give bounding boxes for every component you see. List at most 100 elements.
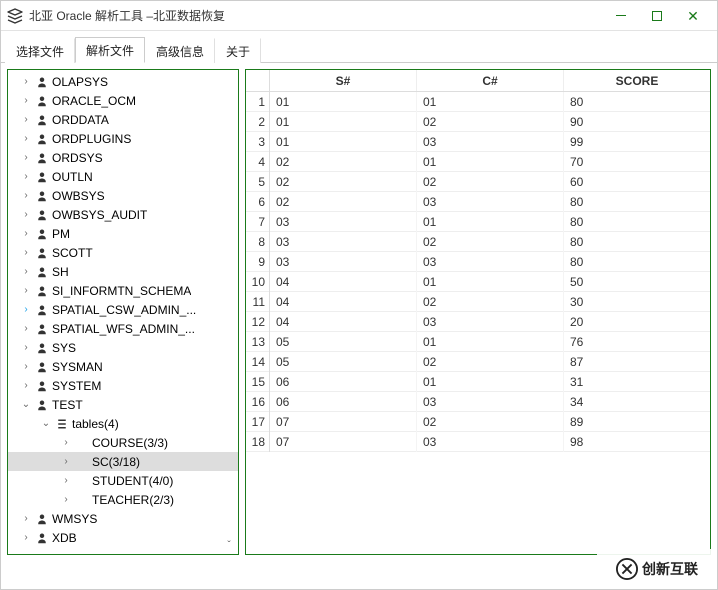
expand-toggle-icon[interactable]: ›	[18, 114, 34, 125]
expand-toggle-icon[interactable]: ›	[58, 437, 74, 448]
expand-toggle-icon[interactable]: ›	[18, 247, 34, 258]
tree-item[interactable]: ⌄tables(4)	[8, 414, 238, 433]
tree-item[interactable]: ›OWBSYS	[8, 186, 238, 205]
table-row[interactable]: 10040150	[246, 272, 710, 292]
tree-item[interactable]: ›SCOTT	[8, 243, 238, 262]
tree-item[interactable]: ›OWBSYS_AUDIT	[8, 205, 238, 224]
table-row[interactable]: 7030180	[246, 212, 710, 232]
tree-item-label: SC(3/18)	[92, 455, 140, 469]
expand-toggle-icon[interactable]: ›	[18, 513, 34, 524]
column-header[interactable]: SCORE	[564, 70, 710, 91]
expand-toggle-icon[interactable]: ›	[18, 285, 34, 296]
tab-1[interactable]: 解析文件	[75, 37, 145, 63]
expand-toggle-icon[interactable]: ›	[58, 494, 74, 505]
tab-3[interactable]: 关于	[215, 38, 261, 63]
tree-item[interactable]: › ORDSYS	[8, 148, 238, 167]
expand-toggle-icon[interactable]: ›	[18, 209, 34, 220]
tree-item[interactable]: ›SH	[8, 262, 238, 281]
tree-item[interactable]: ›COURSE(3/3)	[8, 433, 238, 452]
tree-item[interactable]: ›PM	[8, 224, 238, 243]
user-icon	[34, 245, 50, 261]
row-number: 5	[246, 172, 270, 192]
cell: 01	[270, 132, 417, 152]
minimize-button[interactable]	[603, 2, 639, 30]
expand-toggle-icon[interactable]: ›	[18, 228, 34, 239]
tree-item[interactable]: ›ORDPLUGINS	[8, 129, 238, 148]
content-area: ›OLAPSYS›ORACLE_OCM›ORDDATA›ORDPLUGINS›O…	[1, 63, 717, 561]
table-row[interactable]: 1010180	[246, 92, 710, 112]
expand-toggle-icon[interactable]: ›	[18, 266, 34, 277]
tree-item[interactable]: ›ORACLE_OCM	[8, 91, 238, 110]
row-number: 18	[246, 432, 270, 452]
cell: 30	[564, 292, 710, 312]
table-row[interactable]: 9030380	[246, 252, 710, 272]
tree-item[interactable]: ›STUDENT(4/0)	[8, 471, 238, 490]
tab-0[interactable]: 选择文件	[5, 38, 75, 63]
expand-toggle-icon[interactable]: ›	[18, 190, 34, 201]
cell: 02	[270, 192, 417, 212]
tree-scroll-down-button[interactable]: ˇ	[222, 538, 236, 552]
table-row[interactable]: 13050176	[246, 332, 710, 352]
table-row[interactable]: 15060131	[246, 372, 710, 392]
tree-item[interactable]: › XDB	[8, 528, 238, 547]
maximize-button[interactable]	[639, 2, 675, 30]
expand-toggle-icon[interactable]: ›	[18, 76, 34, 87]
table-row[interactable]: 12040320	[246, 312, 710, 332]
tree-item[interactable]: ›TEACHER(2/3)	[8, 490, 238, 509]
expand-toggle-icon[interactable]: ⌄	[38, 418, 54, 429]
tree-item-label: ORDSYS	[52, 151, 103, 165]
table-row[interactable]: 8030280	[246, 232, 710, 252]
column-header[interactable]: C#	[417, 70, 564, 91]
expand-toggle-icon[interactable]: ›	[18, 95, 34, 106]
tree-item-label: XDB	[52, 531, 77, 545]
expand-toggle-icon[interactable]: ›	[18, 342, 34, 353]
tree-item[interactable]: ›OUTLN	[8, 167, 238, 186]
expand-toggle-icon[interactable]: ›	[18, 532, 34, 543]
expand-toggle-icon[interactable]: ›	[18, 361, 34, 372]
table-row[interactable]: 18070398	[246, 432, 710, 452]
column-header[interactable]: S#	[270, 70, 417, 91]
tree-item[interactable]: ›SPATIAL_WFS_ADMIN_...	[8, 319, 238, 338]
cell: 03	[270, 252, 417, 272]
expand-toggle-icon[interactable]: ›	[18, 323, 34, 334]
expand-toggle-icon[interactable]: ›	[18, 304, 34, 315]
table-row[interactable]: 17070289	[246, 412, 710, 432]
table-body[interactable]: 1010180201029030103994020170502026060203…	[246, 92, 710, 452]
tree-item[interactable]: › SPATIAL_CSW_ADMIN_...	[8, 300, 238, 319]
tree-item[interactable]: › SC(3/18)	[8, 452, 238, 471]
user-icon	[34, 530, 50, 546]
tree-item[interactable]: ›SYSTEM	[8, 376, 238, 395]
schema-tree[interactable]: ›OLAPSYS›ORACLE_OCM›ORDDATA›ORDPLUGINS›O…	[8, 70, 238, 554]
tab-2[interactable]: 高级信息	[145, 38, 215, 63]
expand-toggle-icon[interactable]: ›	[58, 456, 74, 467]
tree-item[interactable]: ›WMSYS	[8, 509, 238, 528]
cell: 04	[270, 292, 417, 312]
tree-item[interactable]: ›SI_INFORMTN_SCHEMA	[8, 281, 238, 300]
tree-item[interactable]: ›ORDDATA	[8, 110, 238, 129]
table-row[interactable]: 11040230	[246, 292, 710, 312]
tree-item[interactable]: ⌄TEST	[8, 395, 238, 414]
table-row[interactable]: 5020260	[246, 172, 710, 192]
expand-toggle-icon[interactable]: ›	[18, 171, 34, 182]
tree-item[interactable]: ›SYSMAN	[8, 357, 238, 376]
table-row[interactable]: 6020380	[246, 192, 710, 212]
tree-item[interactable]: ›OLAPSYS	[8, 72, 238, 91]
data-panel: S#C#SCORE 101018020102903010399402017050…	[245, 69, 711, 555]
close-button[interactable]: ✕	[675, 2, 711, 30]
table-row[interactable]: 16060334	[246, 392, 710, 412]
expand-toggle-icon[interactable]: ›	[18, 152, 34, 163]
expand-toggle-icon[interactable]: ›	[58, 475, 74, 486]
table-row[interactable]: 3010399	[246, 132, 710, 152]
table-row[interactable]: 4020170	[246, 152, 710, 172]
row-number: 14	[246, 352, 270, 372]
user-icon	[34, 74, 50, 90]
expand-toggle-icon[interactable]: ›	[18, 133, 34, 144]
tree-item[interactable]: ›SYS	[8, 338, 238, 357]
table-row[interactable]: 2010290	[246, 112, 710, 132]
expand-toggle-icon[interactable]: ⌄	[18, 399, 34, 410]
cell: 03	[417, 192, 564, 212]
expand-toggle-icon[interactable]: ›	[18, 380, 34, 391]
user-icon	[34, 112, 50, 128]
table-row[interactable]: 14050287	[246, 352, 710, 372]
tree-item-label: SPATIAL_CSW_ADMIN_...	[52, 303, 196, 317]
